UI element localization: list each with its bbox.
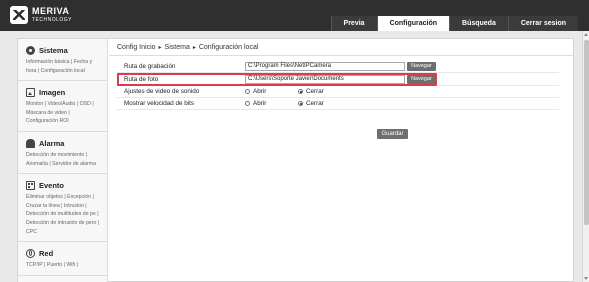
sidebar-title-red[interactable]: Red <box>39 249 53 258</box>
bell-icon <box>26 138 35 148</box>
gear-icon <box>26 46 35 55</box>
tab-busqueda[interactable]: Búsqueda <box>449 16 508 31</box>
radio-unchecked-icon <box>245 89 250 94</box>
sidebar-links-alarma[interactable]: Detección de movimiento | Anomalía | Ser… <box>26 151 107 168</box>
tab-previa[interactable]: Previa <box>330 16 377 31</box>
breadcrumb-separator: ▸ <box>158 45 162 51</box>
main-content: Config Inicio ▸ Sistema ▸ Configuración loca… <box>109 39 574 282</box>
bitrate-open-radio[interactable]: Abrir <box>245 100 266 107</box>
radio-label: Abrir <box>253 88 267 95</box>
breadcrumb: Config Inicio ▸ Sistema ▸ Configuración loca… <box>117 44 258 51</box>
video-sound-open-radio[interactable]: Abrir <box>245 88 266 95</box>
video-sound-close-radio[interactable]: Cerrar <box>298 88 324 95</box>
sidebar-title-sistema[interactable]: Sistema <box>39 46 68 55</box>
radio-unchecked-icon <box>245 101 250 106</box>
event-icon <box>26 181 35 191</box>
sidebar-title-alarma[interactable]: Alarma <box>39 139 64 148</box>
sidebar: Sistema Información básica | Fecha y hor… <box>18 39 108 282</box>
record-path-field[interactable]: C:\Program Files\NetIPCamera <box>245 62 405 71</box>
breadcrumb-item[interactable]: Sistema <box>165 44 190 51</box>
bitrate-label: Mostrar velocidad de bits <box>124 100 194 107</box>
video-sound-label: Ajustes de video de sonido <box>124 88 200 95</box>
sidebar-links-evento[interactable]: Eliminar objetos | Excepción | Cruzar la… <box>26 193 107 236</box>
brand-logo: MERIVA TECHNOLOGY <box>10 5 80 27</box>
logo-mark-icon <box>10 6 28 24</box>
record-path-row: Ruta de grabación C:\Program Files\NetIP… <box>117 61 559 73</box>
sidebar-title-imagen[interactable]: Imagen <box>39 88 65 97</box>
breadcrumb-divider <box>109 55 574 56</box>
photo-path-browse-button[interactable]: Navegar <box>407 74 436 84</box>
radio-label: Cerrar <box>306 88 324 95</box>
sidebar-header-sistema[interactable]: Sistema <box>26 45 107 56</box>
breadcrumb-separator: ▸ <box>192 45 196 51</box>
sidebar-section-sistema: Sistema Información básica | Fecha y hor… <box>18 39 107 82</box>
scroll-thumb[interactable] <box>584 40 589 225</box>
brand-name: MERIVA <box>32 6 70 16</box>
sidebar-header-red[interactable]: Red <box>26 248 107 259</box>
breadcrumb-item-current: Configuración local <box>198 44 259 51</box>
globe-icon <box>26 249 35 259</box>
main-tabs: Previa Configuración Búsqueda Cerrar ses… <box>330 16 578 31</box>
tab-configuracion[interactable]: Configuración <box>376 16 450 31</box>
bitrate-close-radio[interactable]: Cerrar <box>298 100 324 107</box>
sidebar-links-sistema[interactable]: Información básica | Fecha y hora | Conf… <box>26 58 107 75</box>
brand-subtitle: TECHNOLOGY <box>32 17 73 23</box>
record-path-browse-button[interactable]: Navegar <box>407 62 436 71</box>
sidebar-links-red[interactable]: TCP/IP | Puerto | Wifi | <box>26 261 107 270</box>
record-path-label: Ruta de grabación <box>124 63 176 70</box>
photo-path-field[interactable]: C:\Users\Soporte Javier\Documents <box>245 74 405 84</box>
breadcrumb-item[interactable]: Config Inicio <box>117 44 156 51</box>
photo-path-row: Ruta de foto C:\Users\Soporte Javier\Doc… <box>117 73 559 86</box>
sidebar-section-alarma: Alarma Detección de movimiento | Anomalí… <box>18 132 107 175</box>
sidebar-section-evento: Evento Eliminar objetos | Excepción | Cr… <box>18 174 107 243</box>
sidebar-title-evento[interactable]: Evento <box>39 181 64 190</box>
radio-checked-icon <box>298 101 303 106</box>
sidebar-section-imagen: Imagen Monitor | Video/Audio | OSD | Más… <box>18 81 107 132</box>
top-header: MERIVA TECHNOLOGY Previa Configuración B… <box>0 0 589 31</box>
sidebar-links-imagen[interactable]: Monitor | Video/Audio | OSD | Máscara de… <box>26 100 107 126</box>
image-icon <box>26 88 35 98</box>
sidebar-header-alarma[interactable]: Alarma <box>26 138 107 149</box>
vertical-scrollbar[interactable] <box>582 31 589 282</box>
tab-cerrar-sesion[interactable]: Cerrar sesion <box>507 16 578 31</box>
photo-path-label: Ruta de foto <box>124 75 159 83</box>
radio-checked-icon <box>298 89 303 94</box>
config-panel: Sistema Información básica | Fecha y hor… <box>17 38 574 282</box>
sidebar-header-evento[interactable]: Evento <box>26 180 107 191</box>
scroll-down-icon[interactable] <box>584 277 588 280</box>
save-button[interactable]: Guardar <box>377 129 408 139</box>
local-config-form: Ruta de grabación C:\Program Files\NetIP… <box>117 61 559 110</box>
video-sound-row: Ajustes de video de sonido Abrir Cerrar <box>117 86 559 98</box>
radio-label: Cerrar <box>306 100 324 107</box>
radio-label: Abrir <box>253 100 267 107</box>
bitrate-row: Mostrar velocidad de bits Abrir Cerrar <box>117 98 559 110</box>
scroll-up-icon[interactable] <box>584 33 588 36</box>
sidebar-section-red: Red TCP/IP | Puerto | Wifi | <box>18 242 107 276</box>
sidebar-header-imagen[interactable]: Imagen <box>26 87 107 98</box>
